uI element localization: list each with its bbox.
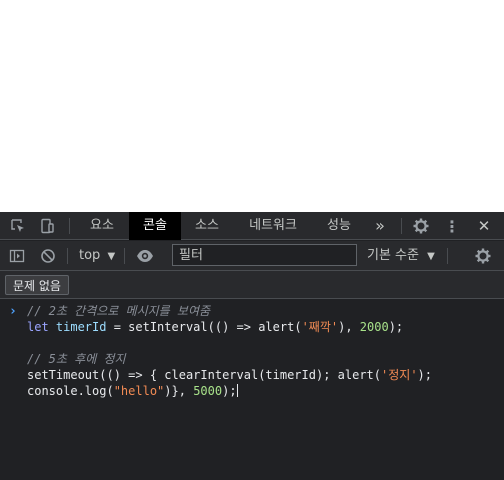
code-token: ); bbox=[388, 320, 404, 334]
code-line: console.log("hello")}, 5000); bbox=[27, 383, 432, 399]
clear-console-icon[interactable] bbox=[37, 241, 59, 271]
code-token: let bbox=[27, 320, 56, 334]
show-sidebar-icon[interactable] bbox=[6, 241, 28, 271]
toolbar-divider bbox=[401, 218, 402, 234]
code-line: setTimeout(() => { clearInterval(timerId… bbox=[27, 367, 432, 383]
code-token: 2000 bbox=[359, 320, 389, 334]
context-selector[interactable]: top ▼ bbox=[79, 241, 115, 271]
toolbar-divider bbox=[447, 248, 448, 264]
tab-console[interactable]: 콘솔 bbox=[129, 212, 181, 240]
code-token: ); bbox=[222, 384, 237, 398]
tab-network[interactable]: 네트워크 bbox=[238, 212, 308, 240]
code-token: )}, bbox=[164, 384, 194, 398]
devtools-tabbar: 요소 콘솔 소스 네트워크 성능 » ⋮ ✕ bbox=[0, 212, 504, 240]
devtools-panel: 요소 콘솔 소스 네트워크 성능 » ⋮ ✕ top ▼ 필터 기본 수준 ▼ … bbox=[0, 212, 504, 480]
settings-gear-icon[interactable] bbox=[409, 212, 433, 240]
code-token: timerId bbox=[55, 320, 107, 334]
code-line: // 2초 간격으로 메시지를 보여줌 bbox=[27, 303, 432, 319]
code-token: "hello" bbox=[113, 384, 165, 398]
code-token: '째깍' bbox=[301, 320, 339, 334]
customize-menu-icon[interactable]: ⋮ bbox=[441, 212, 463, 240]
console-prompt-icon: › bbox=[9, 304, 17, 319]
console-settings-gear-icon[interactable] bbox=[472, 241, 494, 271]
code-token: console.log( bbox=[27, 384, 114, 398]
inspected-page-viewport bbox=[0, 0, 504, 212]
toolbar-divider bbox=[69, 218, 70, 234]
live-expression-eye-icon[interactable] bbox=[133, 241, 157, 271]
chevron-down-icon: ▼ bbox=[107, 251, 116, 262]
context-label: top bbox=[79, 248, 101, 263]
code-token: // 5초 후에 정지 bbox=[27, 352, 126, 366]
code-token: ); bbox=[417, 368, 432, 382]
code-token: ), bbox=[338, 320, 360, 334]
issues-button[interactable]: 문제 없음 bbox=[5, 275, 69, 295]
text-cursor bbox=[236, 384, 238, 397]
close-devtools-icon[interactable]: ✕ bbox=[473, 212, 495, 240]
code-line: // 5초 후에 정지 bbox=[27, 351, 432, 367]
code-token: '정지' bbox=[381, 368, 418, 382]
console-input-area[interactable]: › // 2초 간격으로 메시지를 보여줌 let timerId = setIn… bbox=[0, 299, 504, 480]
filter-input[interactable] bbox=[172, 244, 357, 266]
more-tabs-button[interactable]: » bbox=[368, 212, 392, 240]
log-level-dropdown[interactable]: 기본 수준 ▼ bbox=[367, 241, 435, 271]
log-level-label: 기본 수준 bbox=[367, 248, 419, 263]
tab-sources[interactable]: 소스 bbox=[187, 212, 227, 240]
tab-performance[interactable]: 성능 bbox=[318, 212, 360, 240]
code-token: 5000 bbox=[193, 384, 223, 398]
toolbar-divider bbox=[124, 248, 125, 264]
issues-bar: 문제 없음 bbox=[0, 271, 504, 299]
code-token: // 2초 간격으로 메시지를 보여줌 bbox=[27, 304, 211, 318]
console-toolbar: top ▼ 기본 수준 ▼ bbox=[0, 241, 504, 271]
code-token: = setInterval(() => alert( bbox=[106, 320, 302, 334]
device-toolbar-icon[interactable] bbox=[36, 212, 58, 240]
console-code-editor[interactable]: // 2초 간격으로 메시지를 보여줌 let timerId = setInte… bbox=[27, 303, 432, 399]
inspect-element-icon[interactable] bbox=[7, 212, 29, 240]
code-line: let timerId = setInterval(() => alert('째… bbox=[27, 319, 432, 335]
toolbar-divider bbox=[67, 248, 68, 264]
code-token: setTimeout(() => { clearInterval(timerId… bbox=[27, 368, 382, 382]
chevron-down-icon: ▼ bbox=[427, 251, 435, 262]
tab-elements[interactable]: 요소 bbox=[82, 212, 122, 240]
